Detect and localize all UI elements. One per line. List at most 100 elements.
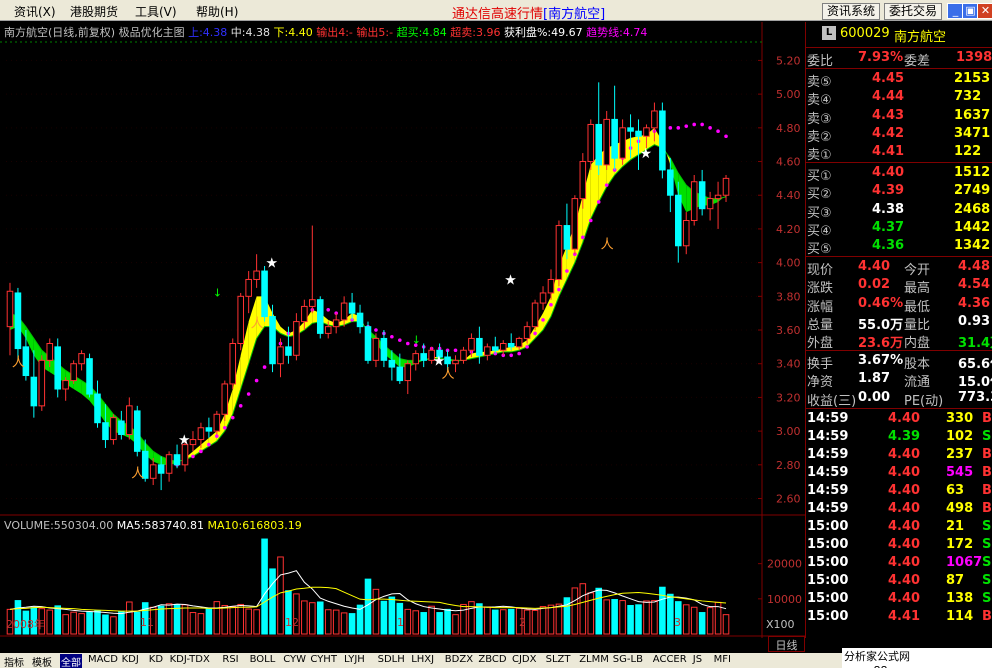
tick-direction: S [982, 572, 992, 588]
candle-body [563, 225, 571, 250]
candle-body [253, 270, 260, 280]
candle-body [587, 123, 595, 163]
candle-body [133, 410, 141, 452]
tick-row: 15:00 4.40 138 S [806, 590, 992, 608]
tick-price: 4.40 [888, 500, 921, 516]
indicator-tab[interactable]: KDJ-TDX [170, 654, 210, 665]
indicator-tab[interactable]: 全部 [60, 654, 82, 668]
super-buy-label: 超买:4.84 [396, 26, 447, 39]
buy-price: 4.40 [872, 165, 905, 181]
indicator-tab[interactable]: LHXJ [411, 654, 434, 665]
menu-hk-futures[interactable]: 港股期货 [70, 3, 118, 20]
indicator-tab[interactable]: 模板 [32, 654, 52, 668]
menu-tools[interactable]: 工具(V) [135, 3, 177, 20]
candle-body [372, 337, 380, 361]
candle-body [54, 346, 61, 390]
purple-trend-dot [724, 134, 728, 139]
stat-label-2: 量比 [904, 317, 931, 333]
period-label[interactable]: 日线 [768, 636, 805, 652]
buy-price: 4.38 [872, 201, 905, 217]
tick-price: 4.41 [888, 608, 921, 624]
candle-body [531, 302, 539, 328]
sell-price: 4.44 [872, 89, 905, 105]
tick-volume: 237 [946, 446, 974, 462]
tick-price: 4.40 [888, 410, 921, 426]
indicator-tab[interactable]: KD [149, 654, 163, 665]
tick-volume: 102 [946, 428, 974, 444]
indicator-tab[interactable]: CJDX [512, 654, 536, 665]
indicator-tab[interactable]: MFI [714, 654, 731, 665]
indicator-tab[interactable]: BDZX [445, 654, 473, 665]
info-system-button[interactable]: 资讯系统 [822, 3, 881, 20]
purple-trend-dot [398, 338, 402, 342]
stat-value: 0.46% [858, 295, 904, 311]
indicator-tab[interactable]: ACCER [653, 654, 687, 665]
x-label-0: 2008年 [6, 618, 45, 631]
price-tick-label: 4.80 [776, 122, 801, 135]
candle-body [690, 181, 698, 221]
indicator-tab[interactable]: ZLMM [579, 654, 609, 665]
indicator-tab[interactable]: SLZT [546, 654, 571, 665]
star-signal-icon: ★ [266, 256, 279, 272]
tick-direction: B [982, 446, 992, 462]
indicator-tab[interactable]: BOLL [250, 654, 276, 665]
candle-body [70, 363, 77, 382]
candle-body [173, 454, 181, 466]
purple-trend-dot [215, 434, 219, 438]
date-axis: 2008年 11 12 1 2 3 [0, 616, 768, 631]
candle-body [396, 366, 404, 382]
indicator-tab[interactable]: JS [693, 654, 702, 665]
buy-person-icon: 人 [251, 317, 264, 332]
app-title-stock: [南方航空] [543, 7, 606, 22]
sell-row: 卖① 4.41 122 [806, 143, 992, 163]
indicator-tab[interactable]: LYJH [344, 654, 365, 665]
indicator-tab[interactable]: ZBCD [478, 654, 506, 665]
menu-info[interactable]: 资讯(X) [14, 3, 56, 20]
indicator-tab[interactable]: SDLH [378, 654, 405, 665]
indicator-tab[interactable]: SG-LB [613, 654, 643, 665]
indicator-tab[interactable]: CYW [283, 654, 306, 665]
menu-help[interactable]: 帮助(H) [196, 3, 238, 20]
tick-direction: B [982, 482, 992, 498]
stat-value: 3.67% [858, 353, 904, 369]
buy-person-icon: 人 [601, 237, 614, 252]
tick-time: 15:00 [807, 572, 849, 588]
candle-body [659, 110, 666, 171]
stat-value: 55.0万 [858, 317, 904, 333]
chart-area[interactable]: 5.20 5.00 4.80 4.60 4.40 4.20 4.00 3.80 3.60 3.40… [0, 22, 805, 638]
tick-row: 14:59 4.40 63 B [806, 482, 992, 500]
candle-body [651, 110, 658, 129]
tick-volume: 172 [946, 536, 974, 552]
stats-row: 涨跌 0.02 最高 4.54 [806, 276, 992, 296]
volume-tick-label: 10000 [767, 593, 802, 606]
purple-trend-dot [676, 126, 681, 130]
candle-body [468, 337, 475, 351]
candle-body [523, 326, 531, 339]
purple-trend-dot [684, 124, 689, 128]
purple-trend-dot [374, 328, 378, 332]
tick-time: 14:59 [807, 482, 849, 498]
candle-body [293, 321, 300, 356]
sell-row: 卖⑤ 4.45 2153 [806, 70, 992, 90]
candle-body [110, 417, 117, 441]
tick-row: 14:59 4.39 102 S [806, 428, 992, 446]
trade-button[interactable]: 委托交易 [884, 3, 943, 20]
up-label: 上:4.38 [188, 26, 228, 39]
tick-row: 15:00 4.40 172 S [806, 536, 992, 554]
indicator-tab[interactable]: MACD [88, 654, 118, 665]
ticks-divider [806, 407, 992, 409]
candle-body [452, 359, 459, 365]
indicator-tab[interactable]: CYHT [310, 654, 337, 665]
candle-body [189, 439, 197, 446]
stat-label-2: 流通 [904, 375, 931, 391]
candle-body [269, 316, 276, 365]
stats-row: 总量 55.0万 量比 0.93 [806, 313, 992, 333]
tick-row: 15:00 4.41 114 B [806, 608, 992, 626]
indicator-tab[interactable]: RSI [222, 654, 238, 665]
close-icon[interactable]: ✕ [977, 3, 992, 19]
purple-trend-dot [525, 345, 529, 349]
kline-chart[interactable]: 5.20 5.00 4.80 4.60 4.40 4.20 4.00 3.80 3.60 3.40… [0, 22, 805, 638]
indicator-tab[interactable]: KDJ [122, 654, 139, 665]
sell-volume: 1637 [954, 107, 991, 123]
indicator-tab[interactable]: 指标 [4, 654, 24, 668]
